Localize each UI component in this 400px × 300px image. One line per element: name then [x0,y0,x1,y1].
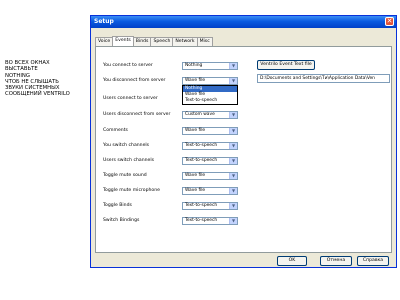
event-select[interactable]: Wave file ▼ [182,127,238,135]
setup-window: Setup ✕ Voice Events Binds Speech Networ… [90,15,397,268]
note-line: сообщений Ventrilo [5,91,70,98]
event-select-value: Nothing [185,63,203,68]
chevron-down-icon[interactable]: ▼ [229,218,237,224]
event-select[interactable]: Custom wave ▼ [182,111,238,119]
tab-voice[interactable]: Voice [95,37,114,46]
event-label: You disconnect from server [103,78,166,83]
event-text-file-button[interactable]: Ventrilo Event Text file [257,60,315,70]
chevron-down-icon[interactable]: ▼ [229,78,237,84]
event-label: Toggle mute sound [103,173,147,178]
event-select-value: Wave file [185,78,206,83]
tab-strip: Voice Events Binds Speech Network Misc [95,36,213,46]
cancel-button[interactable]: Отмена [320,256,352,266]
event-label: Toggle Binds [103,203,132,208]
event-select-value: Text-to-speech [185,158,218,163]
chevron-down-icon[interactable]: ▼ [229,63,237,69]
event-select[interactable]: Text-to-speech ▼ [182,202,238,210]
event-label: Comments [103,128,128,133]
event-select[interactable]: Nothing ▼ [182,62,238,70]
help-button[interactable]: Справка [357,256,389,266]
event-label: Users disconnect from server [103,112,171,117]
chevron-down-icon[interactable]: ▼ [229,173,237,179]
event-select[interactable]: Text-to-speech ▼ [182,217,238,225]
event-label: You switch channels [103,143,150,148]
chevron-down-icon[interactable]: ▼ [229,158,237,164]
instruction-note: Во всех окнах выставьте Nothing чтоб не … [5,60,85,98]
tab-binds[interactable]: Binds [132,37,152,46]
chevron-down-icon[interactable]: ▼ [229,203,237,209]
event-label: Toggle mute microphone [103,188,160,193]
event-label: Users switch channels [103,158,155,163]
event-select-value: Text-to-speech [185,218,218,223]
ok-button[interactable]: OK [277,256,307,266]
event-select-value: Custom wave [185,112,215,117]
event-select[interactable]: Wave file ▼ [182,172,238,180]
chevron-down-icon[interactable]: ▼ [229,143,237,149]
event-select[interactable]: Text-to-speech ▼ [182,157,238,165]
event-select[interactable]: Wave file ▼ [182,187,238,195]
event-label: Switch Bindings [103,218,140,223]
tab-misc[interactable]: Misc [196,37,213,46]
event-select-value: Wave file [185,128,206,133]
tab-events[interactable]: Events [112,36,134,46]
window-title: Setup [94,18,114,25]
chevron-down-icon[interactable]: ▼ [229,128,237,134]
chevron-down-icon[interactable]: ▼ [229,112,237,118]
event-select-value: Wave file [185,188,206,193]
event-select-dropdown[interactable]: Nothing Wave file Text-to-speech [182,85,238,105]
event-select-value: Wave file [185,173,206,178]
event-label: You connect to server [103,63,153,68]
event-select-value: Text-to-speech [185,203,218,208]
events-panel: You connect to server Nothing ▼ You disc… [95,46,392,253]
title-bar[interactable]: Setup ✕ [91,16,396,28]
event-select[interactable]: Text-to-speech ▼ [182,142,238,150]
dropdown-option[interactable]: Text-to-speech [183,98,237,104]
event-label: Users connect to server [103,96,158,101]
tab-speech[interactable]: Speech [150,37,174,46]
event-select-value: Text-to-speech [185,143,218,148]
tab-network[interactable]: Network [172,37,198,46]
chevron-down-icon[interactable]: ▼ [229,188,237,194]
event-text-path-field[interactable]: D:\Documents and Settings\Ти\Application… [257,74,390,83]
event-select[interactable]: Wave file ▼ [182,77,238,85]
close-icon[interactable]: ✕ [385,17,394,26]
